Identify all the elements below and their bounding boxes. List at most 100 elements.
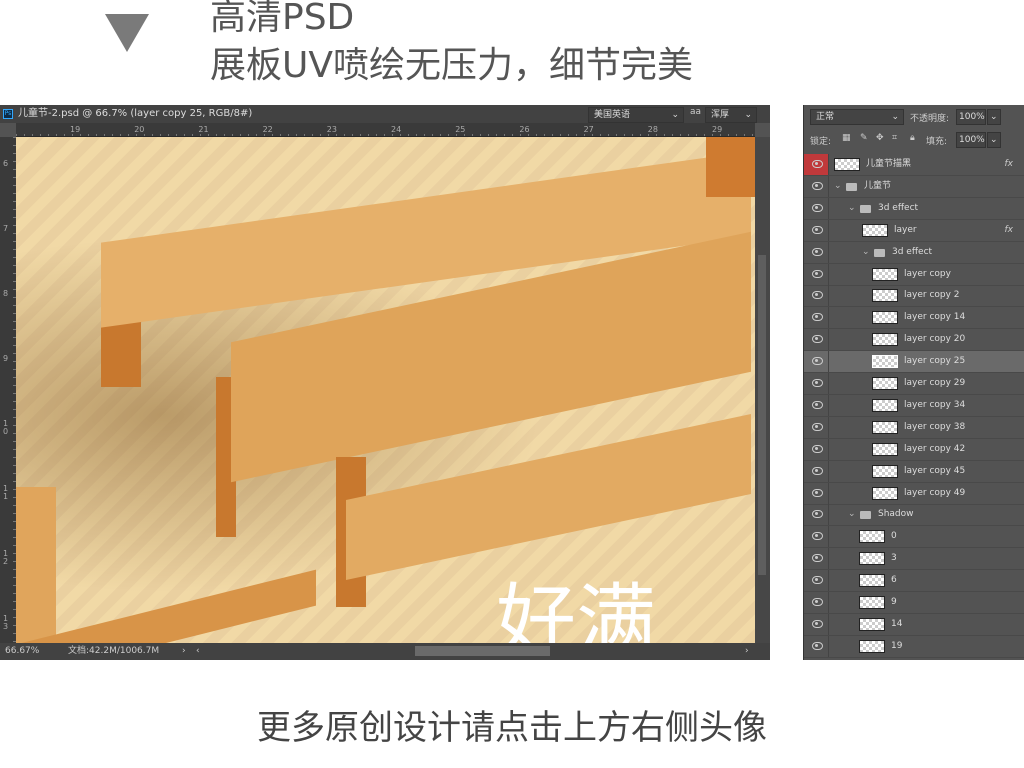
canvas[interactable]: 好满 bbox=[16, 137, 755, 643]
eye-icon bbox=[812, 160, 823, 168]
status-menu-arrow-icon[interactable]: › bbox=[182, 643, 186, 660]
ruler-tick-label: 23 bbox=[326, 125, 337, 134]
visibility-toggle[interactable] bbox=[804, 329, 829, 351]
fx-icon[interactable]: fx bbox=[1005, 220, 1014, 241]
visibility-toggle[interactable] bbox=[804, 570, 829, 592]
layer-row[interactable]: ⌄ 儿童节 bbox=[804, 175, 1024, 198]
ruler-tick-label: 8 bbox=[3, 289, 9, 298]
visibility-toggle[interactable] bbox=[804, 504, 829, 526]
layer-row[interactable]: ⌄ Shadow bbox=[804, 504, 1024, 527]
layers-panel: 正常 ⌄ 不透明度: 100% ⌄ 锁定: ▦ ✎ ✥ ⌗ 🔒︎ 填充: 100%… bbox=[803, 105, 1024, 660]
visibility-toggle[interactable] bbox=[804, 482, 829, 504]
vertical-scroll-thumb[interactable] bbox=[758, 255, 766, 575]
scroll-right-icon[interactable]: › bbox=[745, 643, 749, 660]
horizontal-ruler bbox=[16, 123, 755, 137]
folder-icon bbox=[860, 511, 871, 520]
lock-move-icon[interactable]: ✥ bbox=[876, 133, 884, 143]
ruler-tick-label: 25 bbox=[455, 125, 466, 134]
layer-thumbnail bbox=[872, 333, 898, 347]
layer-row[interactable]: layer copy 29 bbox=[804, 373, 1024, 395]
visibility-toggle[interactable] bbox=[804, 613, 829, 635]
layer-name: layer copy 38 bbox=[904, 421, 966, 432]
ruler-tick-label: 6 bbox=[3, 159, 9, 168]
layer-row[interactable]: ⌄ 3d effect bbox=[804, 241, 1024, 264]
layer-row[interactable]: layer copy bbox=[804, 263, 1024, 286]
anti-alias-icon: aa bbox=[690, 107, 702, 117]
layer-thumbnail bbox=[862, 223, 888, 237]
visibility-toggle[interactable] bbox=[804, 154, 829, 175]
ruler-tick-label: 28 bbox=[647, 125, 658, 134]
layer-row[interactable]: ⌄ 3d effect bbox=[804, 197, 1024, 220]
horizontal-scroll-thumb[interactable] bbox=[415, 646, 550, 656]
scroll-left-icon[interactable]: ‹ bbox=[196, 643, 200, 660]
visibility-toggle[interactable] bbox=[804, 219, 829, 241]
chevron-down-icon[interactable]: ⌄ bbox=[848, 504, 856, 525]
layer-row[interactable]: layer copy 25 bbox=[804, 351, 1024, 374]
lock-transparent-icon[interactable]: ▦ bbox=[842, 133, 851, 143]
layer-row[interactable]: layer copy 49 bbox=[804, 482, 1024, 505]
visibility-toggle[interactable] bbox=[804, 373, 829, 394]
layer-row[interactable]: 6 bbox=[804, 570, 1024, 593]
layer-name: 儿童节 bbox=[864, 180, 892, 191]
layer-name: 3d effect bbox=[892, 246, 933, 257]
chevron-down-icon[interactable]: ⌄ bbox=[862, 242, 870, 263]
layer-row[interactable]: layer copy 20 bbox=[804, 329, 1024, 352]
visibility-toggle[interactable] bbox=[804, 548, 829, 570]
lock-all-icon[interactable]: 🔒︎ bbox=[910, 133, 915, 143]
fill-input[interactable]: 100% bbox=[956, 132, 986, 148]
fill-dropdown[interactable]: ⌄ bbox=[987, 132, 1001, 148]
layer-name: 儿童节描黑 bbox=[866, 159, 912, 169]
visibility-toggle[interactable] bbox=[804, 526, 829, 548]
anti-alias-select[interactable]: 浑厚 ⌄ bbox=[705, 107, 757, 123]
eye-icon bbox=[812, 291, 823, 300]
lock-artboard-icon[interactable]: ⌗ bbox=[892, 133, 897, 143]
ruler-tick-label: 19 bbox=[70, 125, 81, 134]
layer-row[interactable]: layer copy 14 bbox=[804, 307, 1024, 330]
folder-icon bbox=[846, 182, 857, 191]
status-bar: 66.67% 文档:42.2M/1006.7M › ‹ › bbox=[0, 643, 770, 660]
layer-thumbnail bbox=[872, 267, 898, 281]
language-select[interactable]: 美国英语 ⌄ bbox=[588, 107, 684, 123]
eye-icon bbox=[812, 641, 823, 650]
layer-row[interactable]: 3 bbox=[804, 548, 1024, 571]
folder-icon bbox=[874, 248, 885, 257]
lock-brush-icon[interactable]: ✎ bbox=[860, 133, 868, 143]
visibility-toggle[interactable] bbox=[804, 460, 829, 482]
layer-row[interactable]: layer copy 34 bbox=[804, 394, 1024, 417]
visibility-toggle[interactable] bbox=[804, 635, 829, 657]
visibility-toggle[interactable] bbox=[804, 416, 829, 438]
layer-thumbnail bbox=[834, 158, 860, 171]
visibility-toggle[interactable] bbox=[804, 263, 829, 285]
layer-row[interactable]: layer copy 2 bbox=[804, 285, 1024, 308]
visibility-toggle[interactable] bbox=[804, 351, 829, 373]
visibility-toggle[interactable] bbox=[804, 307, 829, 329]
layer-thumbnail bbox=[872, 398, 898, 412]
visibility-toggle[interactable] bbox=[804, 394, 829, 416]
opacity-dropdown[interactable]: ⌄ bbox=[987, 109, 1001, 125]
headline-line2: 展板UV喷绘无压力，细节完美 bbox=[210, 45, 693, 86]
visibility-toggle[interactable] bbox=[804, 241, 829, 263]
layer-row[interactable]: layer copy 45 bbox=[804, 460, 1024, 483]
layer-row[interactable]: layer fx bbox=[804, 219, 1024, 242]
zoom-level[interactable]: 66.67% bbox=[5, 643, 39, 660]
layer-row[interactable]: 19 bbox=[804, 635, 1024, 658]
chevron-down-icon[interactable]: ⌄ bbox=[834, 176, 842, 197]
fx-icon[interactable]: fx bbox=[1005, 154, 1014, 175]
layer-row[interactable]: layer copy 42 bbox=[804, 438, 1024, 461]
visibility-toggle[interactable] bbox=[804, 197, 829, 219]
layer-row[interactable]: 14 bbox=[804, 613, 1024, 636]
visibility-toggle[interactable] bbox=[804, 175, 829, 197]
blend-mode-select[interactable]: 正常 ⌄ bbox=[810, 109, 904, 125]
chevron-down-icon[interactable]: ⌄ bbox=[848, 198, 856, 219]
layer-row[interactable]: 0 bbox=[804, 526, 1024, 549]
visibility-toggle[interactable] bbox=[804, 438, 829, 460]
opacity-input[interactable]: 100% bbox=[956, 109, 986, 125]
fill-label: 填充: bbox=[926, 137, 948, 147]
visibility-toggle[interactable] bbox=[804, 285, 829, 307]
layer-row[interactable]: 儿童节描黑 fx bbox=[804, 154, 1024, 176]
visibility-toggle[interactable] bbox=[804, 592, 829, 613]
layer-row[interactable]: 9 bbox=[804, 592, 1024, 614]
layer-row[interactable]: layer copy 38 bbox=[804, 416, 1024, 439]
eye-icon bbox=[812, 510, 823, 519]
layer-thumbnail bbox=[872, 311, 898, 325]
